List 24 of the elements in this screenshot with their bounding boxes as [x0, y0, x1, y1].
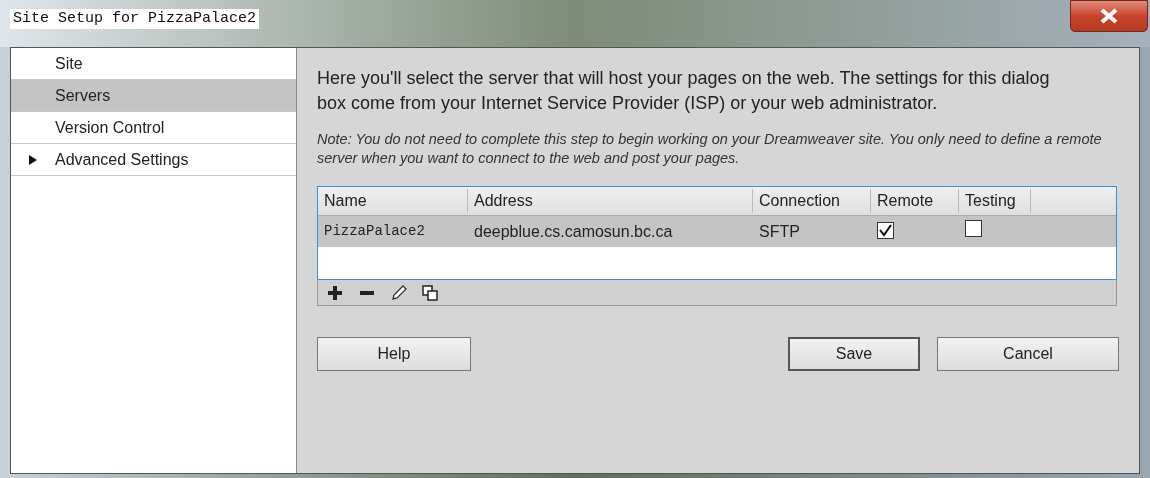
triangle-right-icon[interactable]: [28, 154, 38, 165]
table-cell-text: deepblue.cs.camosun.bc.ca: [473, 221, 674, 242]
duplicate-icon[interactable]: [422, 284, 438, 301]
checkbox[interactable]: [965, 219, 982, 237]
column-header[interactable]: Remote: [871, 189, 959, 213]
checkbox[interactable]: [877, 221, 894, 239]
save-button[interactable]: Save: [788, 337, 920, 371]
intro-text: Here you'll select the server that will host your pages on the web. The settings for this dialog box come from your Internet Service Provider (ISP) or your web administrator.: [317, 67, 1051, 115]
column-header[interactable]: Name: [318, 189, 468, 213]
column-header[interactable]: Testing: [959, 189, 1031, 213]
column-header[interactable]: Connection: [753, 189, 871, 213]
table-row[interactable]: PizzaPalace2 deepblue.cs.camosun.bc.ca SFTP: [318, 216, 1116, 247]
pencil-icon[interactable]: [390, 283, 408, 302]
column-header[interactable]: Address: [468, 189, 753, 213]
close-button[interactable]: [1070, 0, 1148, 32]
cancel-button[interactable]: Cancel: [937, 337, 1119, 371]
close-icon: [1099, 8, 1119, 24]
sidebar-item[interactable]: Servers: [11, 80, 296, 112]
table-cell-text: SFTP: [758, 221, 801, 242]
window-title: Site Setup for PizzaPalace2: [10, 9, 260, 29]
table-cell-text: PizzaPalace2: [323, 222, 426, 241]
note-text: Note: You do not need to complete this step to begin working on your Dreamweaver site. You only need to define a remote server when you want to connect to the web and post your pages.: [317, 130, 1103, 168]
add-icon[interactable]: [326, 283, 344, 302]
help-button[interactable]: Help: [317, 337, 471, 371]
